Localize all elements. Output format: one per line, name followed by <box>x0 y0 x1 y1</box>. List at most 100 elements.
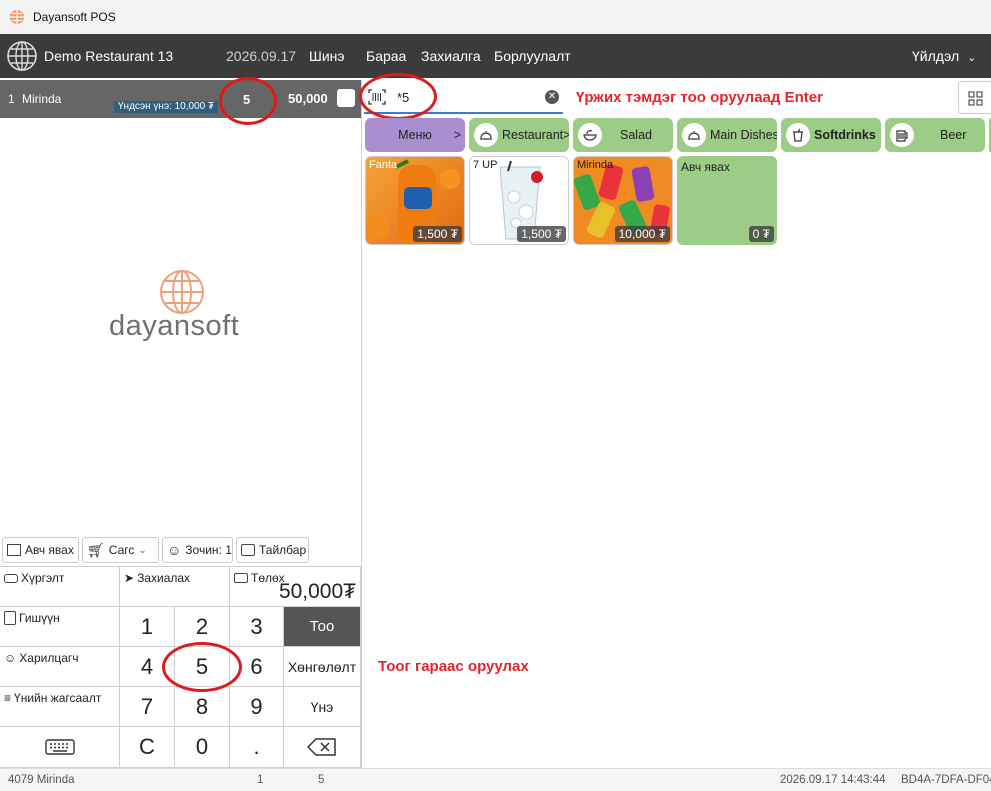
status-datetime: 2026.09.17 14:43:44 <box>780 774 886 786</box>
base-price-badge: Үндсэн үнэ: 10,000 ₮ <box>114 101 219 113</box>
card-icon <box>234 573 248 583</box>
menu-item-sales[interactable]: Борлуулалт <box>494 34 571 78</box>
product-tile-mirinda[interactable]: Mirinda 10,000 ₮ <box>573 156 673 245</box>
key-6[interactable]: 6 <box>230 647 284 687</box>
cloche-icon <box>474 123 498 147</box>
product-name: 7 UP <box>473 159 498 171</box>
order-line-number: 1 <box>8 92 15 106</box>
category-beer[interactable]: Beer <box>885 118 985 152</box>
product-name: Mirinda <box>577 159 614 171</box>
person-icon: ☺ <box>4 651 17 665</box>
delivery-button[interactable]: Хүргэлт <box>0 567 120 607</box>
category-restaurant-label: Restaurant <box>502 128 564 142</box>
menu-item-new[interactable]: Шинэ <box>309 34 345 78</box>
send-order-label: Захиалах <box>137 571 191 585</box>
price-list-label: Үнийн жагсаалт <box>14 691 102 705</box>
send-order-button[interactable]: ➤ Захиалах <box>120 567 230 607</box>
order-line-amount: 50,000 <box>288 91 328 106</box>
status-lines: 1 <box>257 774 264 786</box>
key-2[interactable]: 2 <box>175 607 230 647</box>
search-input[interactable]: *5 <box>397 90 409 105</box>
key-0[interactable]: 0 <box>175 727 230 768</box>
category-menu[interactable]: Меню > <box>365 118 465 152</box>
member-label: Гишүүн <box>19 611 60 625</box>
grid-view-button[interactable] <box>958 81 991 114</box>
category-softdrinks-label: Softdrinks <box>814 128 876 142</box>
window-title: Dayansoft POS <box>33 10 116 24</box>
key-4[interactable]: 4 <box>120 647 175 687</box>
key-8[interactable]: 8 <box>175 687 230 727</box>
category-main-dishes-label: Main Dishes <box>710 128 777 142</box>
order-line[interactable]: 1 Mirinda Үндсэн үнэ: 10,000 ₮ 5 50,000 <box>0 80 361 118</box>
title-bar: Dayansoft POS <box>0 0 991 34</box>
guests-button[interactable]: ☺ Зочин: 1 <box>162 537 233 563</box>
guests-label: Зочин: 1 <box>185 543 232 557</box>
category-main-dishes[interactable]: Main Dishes <box>677 118 777 152</box>
list-icon: ≡ <box>4 691 12 705</box>
key-9[interactable]: 9 <box>230 687 284 727</box>
person-icon: ☺ <box>167 542 182 558</box>
cart-icon: 🛒︎ <box>87 541 105 558</box>
product-price: 1,500 ₮ <box>413 226 462 242</box>
keypad-hint-annotation: Тоог гараас оруулах <box>378 658 529 675</box>
product-price: 10,000 ₮ <box>614 226 670 242</box>
status-bar: 4079 Mirinda 1 5 2026.09.17 14:43:44 BD4… <box>0 768 991 791</box>
beer-mug-icon <box>890 123 914 147</box>
menu-item-orders[interactable]: Захиалга <box>421 34 481 78</box>
delivery-label: Хүргэлт <box>21 571 65 585</box>
key-3[interactable]: 3 <box>230 607 284 647</box>
brand-logo-text: dayansoft <box>109 310 240 342</box>
member-button[interactable]: Гишүүн <box>0 607 120 647</box>
product-tile-7up[interactable]: 7 UP 1,500 ₮ <box>469 156 569 245</box>
restaurant-name: Demo Restaurant 13 <box>44 48 174 64</box>
takeaway-button[interactable]: Авч явах <box>2 537 79 563</box>
category-softdrinks[interactable]: Softdrinks <box>781 118 881 152</box>
order-line-checkbox[interactable] <box>337 89 355 107</box>
comment-icon <box>241 544 255 556</box>
send-icon: ➤ <box>124 571 135 585</box>
menu-item-products[interactable]: Бараа <box>366 34 406 78</box>
cloche-icon <box>682 123 706 147</box>
comment-button[interactable]: Тайлбар <box>236 537 309 563</box>
search-box[interactable]: *5 ✕ <box>364 80 563 114</box>
payment-button[interactable]: Төлөх 50,000₮ <box>230 567 361 607</box>
product-price: 0 ₮ <box>748 226 774 242</box>
clear-search-icon[interactable]: ✕ <box>545 90 559 104</box>
business-date: 2026.09.17 <box>226 48 297 64</box>
category-restaurant[interactable]: Restaurant > <box>469 118 569 152</box>
qty-mode-button[interactable]: Тоо <box>284 607 361 647</box>
key-5[interactable]: 5 <box>175 647 230 687</box>
menu-bar: Demo Restaurant 13 2026.09.17 Шинэ Бараа… <box>0 34 991 78</box>
category-restaurant-suffix: > <box>563 128 569 142</box>
product-tile-takeaway[interactable]: Авч явах 0 ₮ <box>677 156 777 245</box>
cart-button[interactable]: 🛒︎ Сагс ⌄ <box>82 537 159 563</box>
key-dot[interactable]: . <box>230 727 284 768</box>
backspace-icon <box>307 738 336 756</box>
status-qty: 5 <box>318 774 325 786</box>
customer-button[interactable]: ☺ Харилцагч <box>0 647 120 687</box>
status-code: BD4A-7DFA-DF04 <box>901 774 991 786</box>
product-tile-fanta[interactable]: Fanta 1,500 ₮ <box>365 156 465 245</box>
grid-view-icon <box>968 91 983 106</box>
backspace-button[interactable] <box>284 727 361 768</box>
product-name: Авч явах <box>681 160 730 174</box>
key-clear[interactable]: C <box>120 727 175 768</box>
actions-menu[interactable]: Үйлдэл ⌄ <box>912 34 976 78</box>
category-salad[interactable]: Salad <box>573 118 673 152</box>
takeaway-label: Авч явах <box>25 543 74 557</box>
dayansoft-globe-icon <box>160 270 204 314</box>
key-7[interactable]: 7 <box>120 687 175 727</box>
order-line-name: Mirinda <box>22 92 62 106</box>
category-menu-label: Меню <box>398 128 432 142</box>
order-line-qty[interactable]: 5 <box>243 92 250 107</box>
discount-mode-button[interactable]: Хөнгөлөлт <box>284 647 361 687</box>
globe-logo-icon[interactable] <box>6 40 38 72</box>
key-1[interactable]: 1 <box>120 607 175 647</box>
product-name: Fanta <box>369 159 398 171</box>
chevron-down-icon: ⌄ <box>967 52 977 64</box>
price-mode-button[interactable]: Үнэ <box>284 687 361 727</box>
car-icon <box>4 573 18 583</box>
price-list-button[interactable]: ≡ Үнийн жагсаалт <box>0 687 120 727</box>
customer-label: Харилцагч <box>19 651 79 665</box>
keyboard-button[interactable] <box>0 727 120 768</box>
